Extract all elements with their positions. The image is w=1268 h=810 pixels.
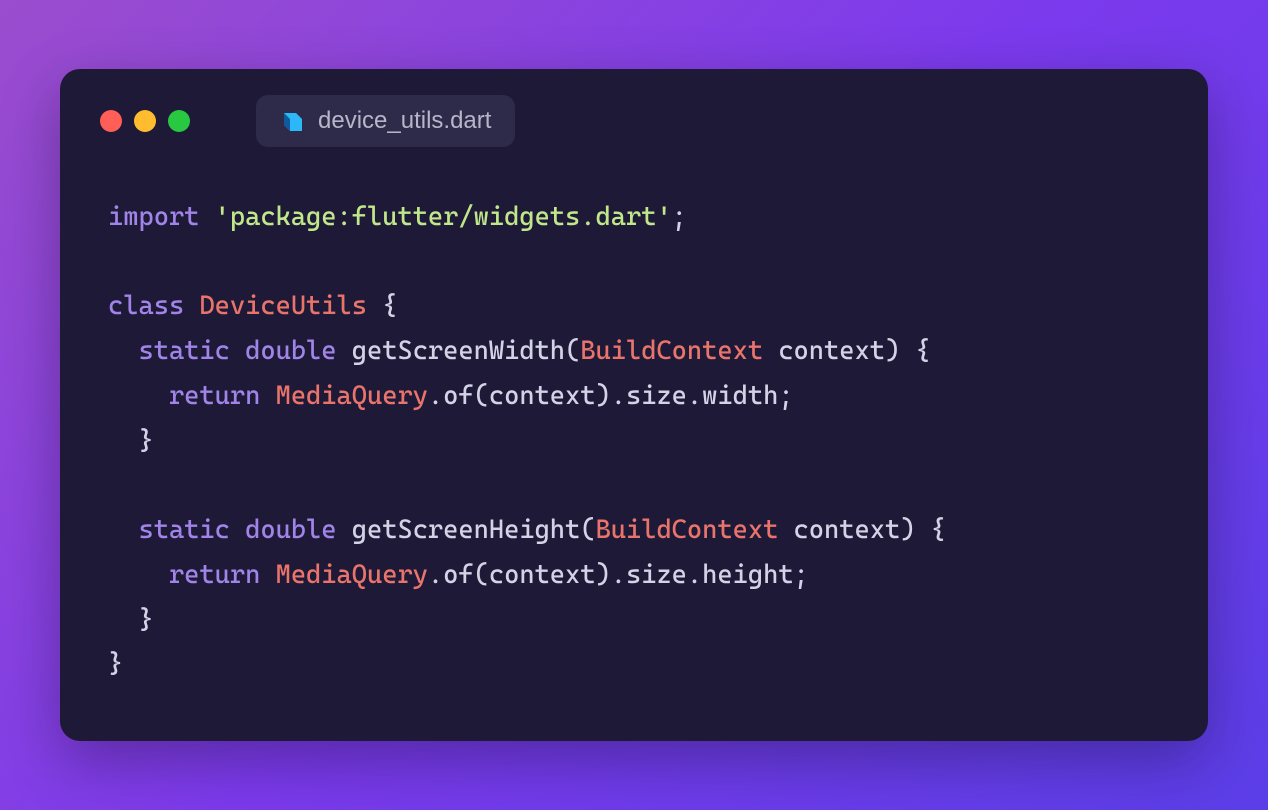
code-content: import 'package:flutter/widgets.dart'; c… — [108, 195, 1160, 687]
code-area[interactable]: import 'package:flutter/widgets.dart'; c… — [60, 147, 1208, 741]
maximize-button[interactable] — [168, 110, 190, 132]
traffic-lights — [100, 110, 190, 132]
titlebar: device_utils.dart — [60, 69, 1208, 147]
minimize-button[interactable] — [134, 110, 156, 132]
file-tab[interactable]: device_utils.dart — [256, 95, 515, 147]
file-tab-label: device_utils.dart — [318, 107, 491, 135]
code-window: device_utils.dart import 'package:flutte… — [60, 69, 1208, 741]
dart-file-icon — [280, 109, 304, 133]
close-button[interactable] — [100, 110, 122, 132]
